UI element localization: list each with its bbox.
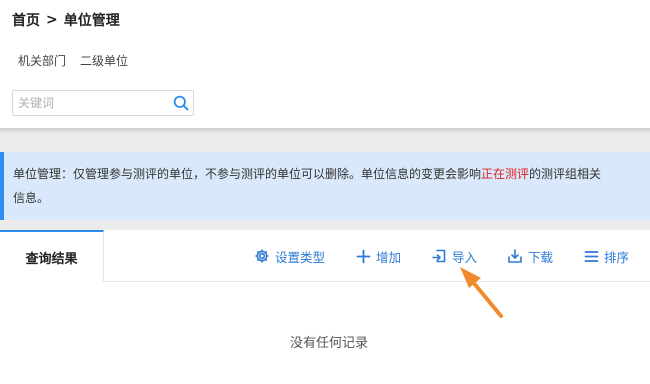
download-button[interactable]: 下载: [507, 246, 553, 266]
gear-icon: [254, 248, 270, 264]
import-button[interactable]: 导入: [431, 246, 477, 266]
download-icon: [507, 248, 523, 264]
info-notice: 单位管理：仅管理参与测评的单位，不参与测评的单位可以删除。单位信息的变更会影响正…: [0, 152, 650, 220]
header-shadow: [0, 128, 650, 134]
settings-type-label: 设置类型: [275, 249, 326, 265]
empty-state-text: 没有任何记录: [289, 336, 368, 351]
tab-query-results[interactable]: 查询结果: [0, 230, 104, 282]
breadcrumb-home[interactable]: 首页: [12, 10, 40, 30]
breadcrumb: 首页 > 单位管理: [12, 10, 120, 30]
unit-type-tabs: 机关部门 二级单位: [18, 52, 128, 69]
add-button[interactable]: 增加: [356, 246, 401, 266]
search-input[interactable]: [13, 91, 168, 115]
import-label: 导入: [452, 249, 478, 265]
notice-text-part3: 信息。: [13, 191, 50, 205]
import-icon: [431, 248, 447, 264]
sort-button[interactable]: 排序: [584, 246, 629, 266]
results-panel: 查询结果 设置类型 增加 导入 下载 排序 没有任何记录: [0, 230, 650, 384]
add-label: 增加: [376, 249, 402, 265]
plus-icon: [356, 249, 371, 264]
breadcrumb-separator: >: [46, 12, 58, 28]
tab-secondary-units[interactable]: 二级单位: [80, 52, 128, 69]
sort-label: 排序: [604, 249, 630, 265]
search-box: [12, 90, 194, 116]
notice-text-part2: 的测评组相关: [529, 167, 602, 181]
sort-list-icon: [584, 249, 599, 264]
settings-type-button[interactable]: 设置类型: [254, 246, 325, 266]
download-label: 下载: [528, 249, 554, 265]
breadcrumb-current: 单位管理: [63, 13, 120, 29]
notice-text-part1: 单位管理：仅管理参与测评的单位，不参与测评的单位可以删除。单位信息的变更会影响: [13, 167, 482, 181]
tab-government-departments[interactable]: 机关部门: [18, 52, 66, 69]
notice-highlight: 正在测评: [481, 167, 530, 181]
search-icon[interactable]: [168, 91, 193, 115]
results-toolbar: 查询结果 设置类型 增加 导入 下载 排序: [0, 230, 650, 282]
